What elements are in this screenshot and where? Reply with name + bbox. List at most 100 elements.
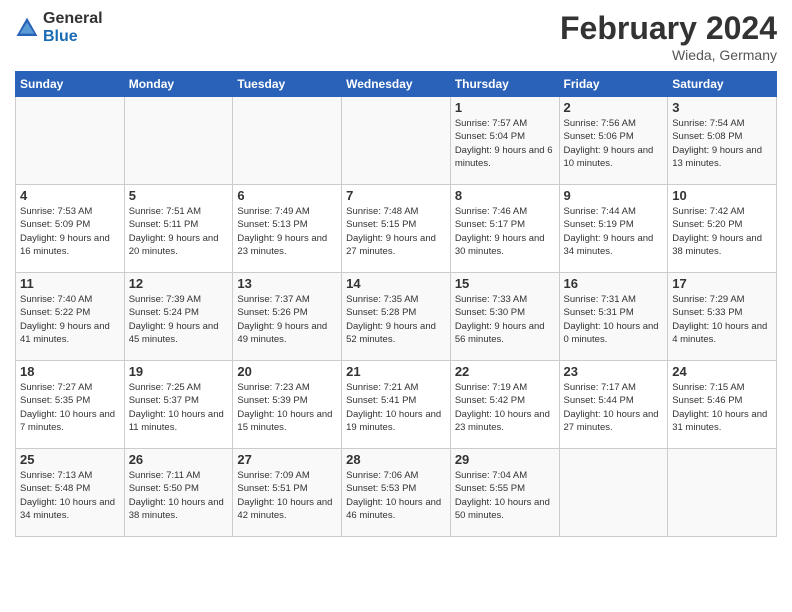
table-row: 27 Sunrise: 7:09 AM Sunset: 5:51 PM Dayli…: [233, 449, 342, 537]
day-info: Sunrise: 7:23 AM Sunset: 5:39 PM Dayligh…: [237, 381, 337, 434]
day-number: 7: [346, 188, 446, 203]
table-row: 13Sunrise: 7:37 AM Sunset: 5:26 PM Dayli…: [233, 273, 342, 361]
page-container: General Blue February 2024 Wieda, German…: [0, 0, 792, 547]
col-thursday: Thursday: [450, 72, 559, 97]
day-info: Sunrise: 7:44 AM Sunset: 5:19 PM Dayligh…: [564, 205, 664, 258]
day-number: 24: [672, 364, 772, 379]
day-number: 16: [564, 276, 664, 291]
day-info: Sunrise: 7:15 AM Sunset: 5:46 PM Dayligh…: [672, 381, 772, 434]
day-info: Sunrise: 7:27 AM Sunset: 5:35 PM Dayligh…: [20, 381, 120, 434]
table-row: 17 Sunrise: 7:29 AM Sunset: 5:33 PM Dayli…: [668, 273, 777, 361]
table-row: 12Sunrise: 7:39 AM Sunset: 5:24 PM Dayli…: [124, 273, 233, 361]
day-info: Sunrise: 7:54 AM Sunset: 5:08 PM Dayligh…: [672, 117, 772, 170]
logo-blue-label: Blue: [43, 28, 103, 46]
table-row: 3Sunrise: 7:54 AM Sunset: 5:08 PM Daylig…: [668, 97, 777, 185]
table-row: 5 Sunrise: 7:51 AM Sunset: 5:11 PM Daylig…: [124, 185, 233, 273]
table-row: 7 Sunrise: 7:48 AM Sunset: 5:15 PM Daylig…: [342, 185, 451, 273]
table-row: 16 Sunrise: 7:31 AM Sunset: 5:31 PM Dayli…: [559, 273, 668, 361]
table-row: 22Sunrise: 7:19 AM Sunset: 5:42 PM Dayli…: [450, 361, 559, 449]
table-row: 4Sunrise: 7:53 AM Sunset: 5:09 PM Daylig…: [16, 185, 125, 273]
table-row: [124, 97, 233, 185]
table-row: 21 Sunrise: 7:21 AM Sunset: 5:41 PM Dayli…: [342, 361, 451, 449]
table-row: 24 Sunrise: 7:15 AM Sunset: 5:46 PM Dayli…: [668, 361, 777, 449]
day-number: 12: [129, 276, 229, 291]
col-monday: Monday: [124, 72, 233, 97]
day-info: Sunrise: 7:57 AM Sunset: 5:04 PM Dayligh…: [455, 117, 555, 170]
day-info: Sunrise: 7:56 AM Sunset: 5:06 PM Dayligh…: [564, 117, 664, 170]
table-row: 10 Sunrise: 7:42 AM Sunset: 5:20 PM Dayli…: [668, 185, 777, 273]
day-number: 4: [20, 188, 120, 203]
table-row: [559, 449, 668, 537]
day-number: 17: [672, 276, 772, 291]
day-number: 9: [564, 188, 664, 203]
day-number: 11: [20, 276, 120, 291]
day-info: Sunrise: 7:37 AM Sunset: 5:26 PM Dayligh…: [237, 293, 337, 346]
day-number: 15: [455, 276, 555, 291]
day-number: 23: [564, 364, 664, 379]
week-row-1: 1 Sunrise: 7:57 AM Sunset: 5:04 PM Daylig…: [16, 97, 777, 185]
day-info: Sunrise: 7:21 AM Sunset: 5:41 PM Dayligh…: [346, 381, 446, 434]
day-info: Sunrise: 7:29 AM Sunset: 5:33 PM Dayligh…: [672, 293, 772, 346]
day-info: Sunrise: 7:51 AM Sunset: 5:11 PM Dayligh…: [129, 205, 229, 258]
day-info: Sunrise: 7:13 AM Sunset: 5:48 PM Dayligh…: [20, 469, 120, 522]
table-row: 23 Sunrise: 7:17 AM Sunset: 5:44 PM Dayli…: [559, 361, 668, 449]
table-row: 2Sunrise: 7:56 AM Sunset: 5:06 PM Daylig…: [559, 97, 668, 185]
day-number: 19: [129, 364, 229, 379]
day-info: Sunrise: 7:11 AM Sunset: 5:50 PM Dayligh…: [129, 469, 229, 522]
day-number: 5: [129, 188, 229, 203]
day-info: Sunrise: 7:06 AM Sunset: 5:53 PM Dayligh…: [346, 469, 446, 522]
header-row: Sunday Monday Tuesday Wednesday Thursday…: [16, 72, 777, 97]
day-number: 26: [129, 452, 229, 467]
table-row: 28 Sunrise: 7:06 AM Sunset: 5:53 PM Dayli…: [342, 449, 451, 537]
week-row-3: 11Sunrise: 7:40 AM Sunset: 5:22 PM Dayli…: [16, 273, 777, 361]
week-row-2: 4Sunrise: 7:53 AM Sunset: 5:09 PM Daylig…: [16, 185, 777, 273]
table-row: 20 Sunrise: 7:23 AM Sunset: 5:39 PM Dayli…: [233, 361, 342, 449]
title-area: February 2024 Wieda, Germany: [560, 10, 777, 63]
table-row: 29 Sunrise: 7:04 AM Sunset: 5:55 PM Dayli…: [450, 449, 559, 537]
day-info: Sunrise: 7:31 AM Sunset: 5:31 PM Dayligh…: [564, 293, 664, 346]
logo-text: General Blue: [43, 10, 103, 46]
day-number: 25: [20, 452, 120, 467]
table-row: [16, 97, 125, 185]
table-row: 1 Sunrise: 7:57 AM Sunset: 5:04 PM Daylig…: [450, 97, 559, 185]
day-number: 14: [346, 276, 446, 291]
table-row: 25 Sunrise: 7:13 AM Sunset: 5:48 PM Dayli…: [16, 449, 125, 537]
day-info: Sunrise: 7:04 AM Sunset: 5:55 PM Dayligh…: [455, 469, 555, 522]
table-row: [668, 449, 777, 537]
table-row: 18 Sunrise: 7:27 AM Sunset: 5:35 PM Dayli…: [16, 361, 125, 449]
day-info: Sunrise: 7:35 AM Sunset: 5:28 PM Dayligh…: [346, 293, 446, 346]
day-info: Sunrise: 7:46 AM Sunset: 5:17 PM Dayligh…: [455, 205, 555, 258]
day-info: Sunrise: 7:48 AM Sunset: 5:15 PM Dayligh…: [346, 205, 446, 258]
day-info: Sunrise: 7:33 AM Sunset: 5:30 PM Dayligh…: [455, 293, 555, 346]
table-row: 15 Sunrise: 7:33 AM Sunset: 5:30 PM Dayli…: [450, 273, 559, 361]
day-info: Sunrise: 7:42 AM Sunset: 5:20 PM Dayligh…: [672, 205, 772, 258]
col-friday: Friday: [559, 72, 668, 97]
table-row: 14 Sunrise: 7:35 AM Sunset: 5:28 PM Dayli…: [342, 273, 451, 361]
day-number: 8: [455, 188, 555, 203]
location-label: Wieda, Germany: [560, 47, 777, 63]
logo: General Blue: [15, 10, 103, 46]
table-row: 6Sunrise: 7:49 AM Sunset: 5:13 PM Daylig…: [233, 185, 342, 273]
day-number: 1: [455, 100, 555, 115]
week-row-5: 25 Sunrise: 7:13 AM Sunset: 5:48 PM Dayli…: [16, 449, 777, 537]
table-row: 9 Sunrise: 7:44 AM Sunset: 5:19 PM Daylig…: [559, 185, 668, 273]
day-info: Sunrise: 7:09 AM Sunset: 5:51 PM Dayligh…: [237, 469, 337, 522]
col-sunday: Sunday: [16, 72, 125, 97]
day-number: 29: [455, 452, 555, 467]
table-row: 11Sunrise: 7:40 AM Sunset: 5:22 PM Dayli…: [16, 273, 125, 361]
day-number: 28: [346, 452, 446, 467]
day-number: 20: [237, 364, 337, 379]
logo-general-label: General: [43, 10, 103, 28]
day-number: 18: [20, 364, 120, 379]
logo-icon: [15, 16, 39, 40]
day-info: Sunrise: 7:25 AM Sunset: 5:37 PM Dayligh…: [129, 381, 229, 434]
month-year-title: February 2024: [560, 10, 777, 47]
day-number: 10: [672, 188, 772, 203]
week-row-4: 18 Sunrise: 7:27 AM Sunset: 5:35 PM Dayli…: [16, 361, 777, 449]
day-number: 6: [237, 188, 337, 203]
day-number: 21: [346, 364, 446, 379]
day-info: Sunrise: 7:17 AM Sunset: 5:44 PM Dayligh…: [564, 381, 664, 434]
table-row: [233, 97, 342, 185]
day-number: 27: [237, 452, 337, 467]
table-row: 19 Sunrise: 7:25 AM Sunset: 5:37 PM Dayli…: [124, 361, 233, 449]
